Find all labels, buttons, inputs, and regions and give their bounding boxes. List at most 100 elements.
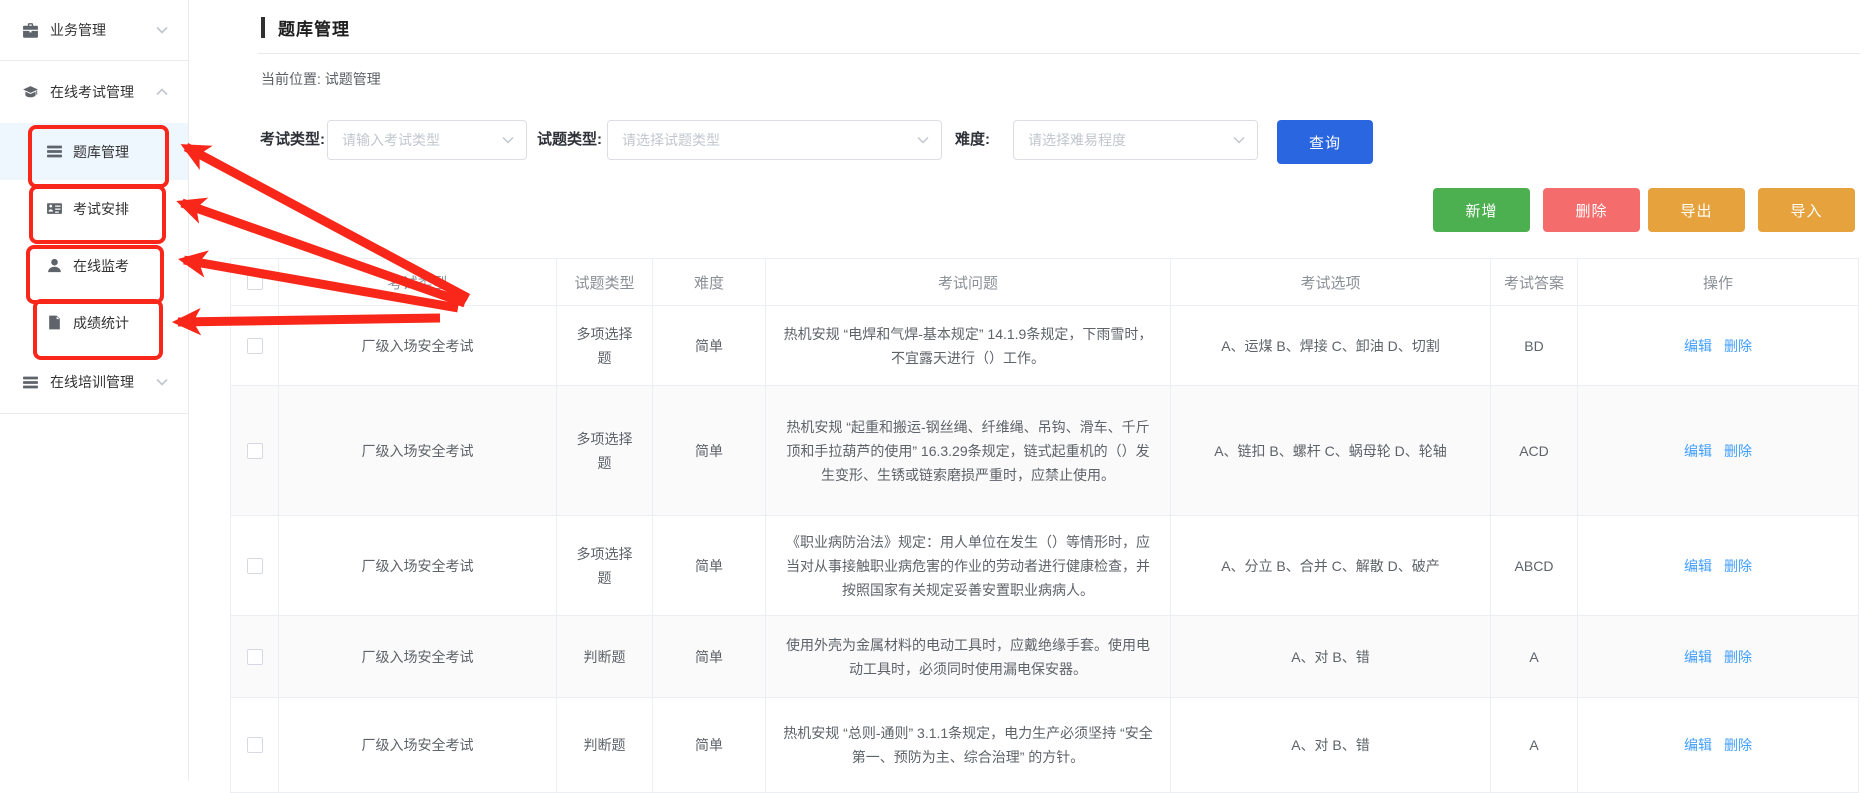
edit-link[interactable]: 编辑 (1684, 338, 1712, 354)
delete-link[interactable]: 删除 (1724, 558, 1752, 574)
table-row: 厂级入场安全考试 多项选择题 简单 《职业病防治法》规定：用人单位在发生（）等情… (231, 516, 1859, 616)
delete-link[interactable]: 删除 (1724, 649, 1752, 665)
import-button[interactable]: 导入 (1758, 188, 1855, 232)
title-accent-bar (261, 17, 265, 38)
sidebar: 业务管理 在线考试管理 题库管理 考试安排 在线监考 (0, 0, 189, 781)
options-cell: A、分立 B、合并 C、解散 D、破产 (1171, 516, 1491, 616)
table-row: 厂级入场安全考试 多项选择题 简单 热机安规 “电焊和气焊-基本规定” 14.1… (231, 306, 1859, 386)
delete-link[interactable]: 删除 (1724, 443, 1752, 459)
question-cell: 热机安规 “电焊和气焊-基本规定” 14.1.9条规定，下雨雪时，不宜露天进行（… (766, 306, 1171, 386)
sidebar-item-label: 成绩统计 (73, 313, 129, 333)
sidebar-item-label: 考试安排 (73, 199, 129, 219)
briefcase-icon (22, 22, 39, 39)
difficulty-cell: 简单 (653, 386, 766, 516)
question-cell: 使用外壳为金属材料的电动工具时，应戴绝缘手套。使用电动工具时，必须同时使用漏电保… (766, 616, 1171, 698)
actions-cell: 编辑删除 (1578, 306, 1859, 386)
export-button[interactable]: 导出 (1648, 188, 1745, 232)
question-type-cell: 判断题 (557, 616, 653, 698)
question-table: 考试类型 试题类型 难度 考试问题 考试选项 考试答案 操作 厂级入场安全考试 … (230, 258, 1859, 793)
difficulty-select[interactable]: 请选择难易程度 (1013, 120, 1258, 160)
answer-cell: A (1491, 616, 1578, 698)
delete-link[interactable]: 删除 (1724, 338, 1752, 354)
table-row: 厂级入场安全考试 判断题 简单 使用外壳为金属材料的电动工具时，应戴绝缘手套。使… (231, 616, 1859, 698)
title-divider (258, 53, 1860, 54)
actions-cell: 编辑删除 (1578, 616, 1859, 698)
sidebar-item-label: 题库管理 (73, 142, 129, 162)
difficulty-cell: 简单 (653, 616, 766, 698)
exam-type-label: 考试类型: (260, 120, 325, 160)
sidebar-item-label: 在线监考 (73, 256, 129, 276)
row-checkbox[interactable] (247, 558, 263, 574)
sidebar-item-online-exam-management[interactable]: 在线考试管理 (0, 61, 188, 123)
sidebar-item-label: 业务管理 (50, 20, 106, 40)
edit-link[interactable]: 编辑 (1684, 649, 1712, 665)
difficulty-placeholder: 请选择难易程度 (1028, 130, 1233, 150)
options-cell: A、对 B、错 (1171, 616, 1491, 698)
sidebar-item-question-bank[interactable]: 题库管理 (0, 123, 188, 180)
select-all-header (231, 259, 279, 306)
stack-icon (22, 374, 39, 391)
exam-type-cell: 厂级入场安全考试 (279, 386, 557, 516)
options-cell: A、链扣 B、螺杆 C、蜗母轮 D、轮轴 (1171, 386, 1491, 516)
breadcrumb: 当前位置: 试题管理 (261, 69, 381, 89)
options-cell: A、对 B、错 (1171, 698, 1491, 793)
question-type-cell: 多项选择题 (557, 516, 653, 616)
question-type-select[interactable]: 请选择试题类型 (607, 120, 942, 160)
answer-cell: ABCD (1491, 516, 1578, 616)
answer-cell: ACD (1491, 386, 1578, 516)
row-checkbox[interactable] (247, 443, 263, 459)
column-header: 考试答案 (1491, 259, 1578, 306)
row-checkbox[interactable] (247, 737, 263, 753)
actions-cell: 编辑删除 (1578, 386, 1859, 516)
sidebar-item-exam-schedule[interactable]: 考试安排 (0, 180, 188, 237)
column-header: 难度 (653, 259, 766, 306)
question-type-label: 试题类型: (537, 120, 602, 160)
exam-type-cell: 厂级入场安全考试 (279, 306, 557, 386)
actions-cell: 编辑删除 (1578, 698, 1859, 793)
row-checkbox[interactable] (247, 338, 263, 354)
question-type-cell: 判断题 (557, 698, 653, 793)
search-button[interactable]: 查询 (1277, 120, 1373, 164)
delete-link[interactable]: 删除 (1724, 737, 1752, 753)
select-all-checkbox[interactable] (247, 274, 263, 290)
chevron-down-icon (156, 378, 168, 386)
edit-link[interactable]: 编辑 (1684, 443, 1712, 459)
chevron-down-icon (156, 26, 168, 34)
column-header: 考试选项 (1171, 259, 1491, 306)
document-icon (46, 314, 63, 331)
edit-link[interactable]: 编辑 (1684, 558, 1712, 574)
sidebar-item-online-training-management[interactable]: 在线培训管理 (0, 351, 188, 414)
list-icon (46, 143, 63, 160)
question-cell: 热机安规 “总则-通则” 3.1.1条规定，电力生产必须坚持 “安全第一、预防为… (766, 698, 1171, 793)
question-type-cell: 多项选择题 (557, 386, 653, 516)
exam-type-select[interactable]: 请输入考试类型 (327, 120, 527, 160)
column-header: 考试类型 (279, 259, 557, 306)
sidebar-item-label: 在线培训管理 (50, 372, 134, 392)
table-header-row: 考试类型 试题类型 难度 考试问题 考试选项 考试答案 操作 (231, 259, 1859, 306)
exam-type-cell: 厂级入场安全考试 (279, 516, 557, 616)
row-checkbox[interactable] (247, 649, 263, 665)
chevron-down-icon (917, 136, 929, 144)
column-header: 操作 (1578, 259, 1859, 306)
page-title: 题库管理 (261, 15, 350, 40)
answer-cell: BD (1491, 306, 1578, 386)
sidebar-item-score-statistics[interactable]: 成绩统计 (0, 294, 188, 351)
table-row: 厂级入场安全考试 多项选择题 简单 热机安规 “起重和搬运-钢丝绳、纤维绳、吊钩… (231, 386, 1859, 516)
chevron-down-icon (1233, 136, 1245, 144)
difficulty-cell: 简单 (653, 516, 766, 616)
sidebar-item-label: 在线考试管理 (50, 82, 134, 102)
difficulty-cell: 简单 (653, 698, 766, 793)
sidebar-item-business-management[interactable]: 业务管理 (0, 0, 188, 61)
sidebar-item-online-proctoring[interactable]: 在线监考 (0, 237, 188, 294)
edit-link[interactable]: 编辑 (1684, 737, 1712, 753)
column-header: 试题类型 (557, 259, 653, 306)
graduation-cap-icon (22, 84, 39, 101)
exam-type-placeholder: 请输入考试类型 (342, 130, 502, 150)
exam-type-cell: 厂级入场安全考试 (279, 616, 557, 698)
user-icon (46, 257, 63, 274)
add-button[interactable]: 新增 (1433, 188, 1530, 232)
idcard-icon (46, 200, 63, 217)
answer-cell: A (1491, 698, 1578, 793)
delete-button[interactable]: 删除 (1543, 188, 1640, 232)
table-row: 厂级入场安全考试 判断题 简单 热机安规 “总则-通则” 3.1.1条规定，电力… (231, 698, 1859, 793)
